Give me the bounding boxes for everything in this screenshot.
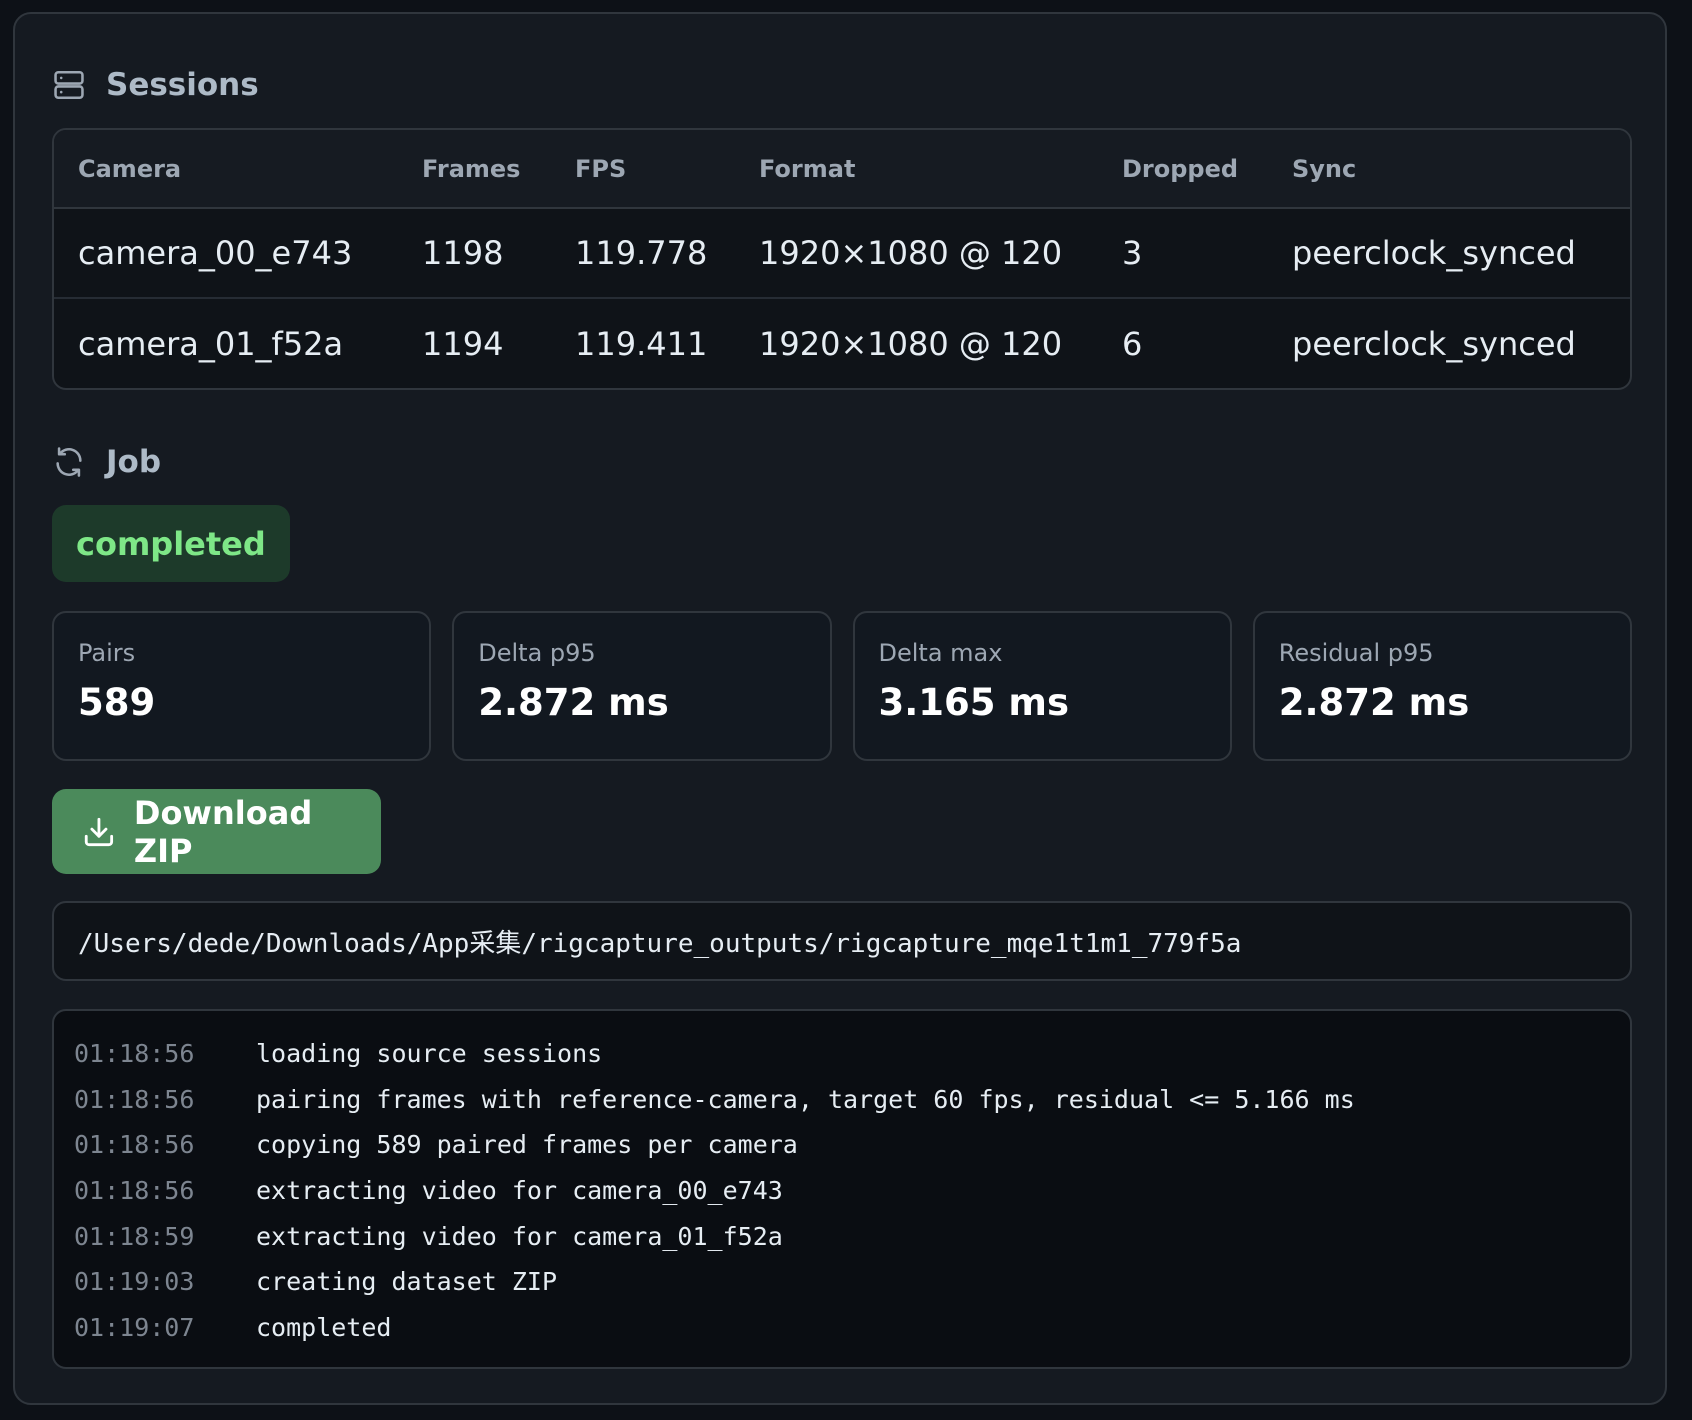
- sessions-title: Sessions: [106, 67, 259, 103]
- column-header-camera: Camera: [54, 130, 398, 209]
- download-zip-button[interactable]: Download ZIP: [52, 789, 381, 874]
- stat-card-delta-max: Delta max 3.165 ms: [852, 611, 1232, 761]
- log-timestamp: 01:18:56: [74, 1176, 195, 1206]
- stat-value: 589: [78, 681, 156, 724]
- log-message: creating dataset ZIP: [256, 1267, 558, 1297]
- cell-format: 1920×1080 @ 120: [759, 234, 1063, 272]
- stat-card-delta-p95: Delta p95 2.872 ms: [452, 611, 832, 761]
- cell-sync: peerclock_synced: [1268, 297, 1630, 388]
- stat-value: 3.165 ms: [878, 681, 1070, 724]
- stat-value: 2.872 ms: [478, 681, 669, 724]
- log-line: 01:18:56 copying 589 paired frames per c…: [74, 1122, 1630, 1168]
- table-header-row: Camera Frames FPS Format Dropped Sync: [54, 130, 1630, 209]
- log-line: 01:18:56 loading source sessions: [74, 1031, 1630, 1077]
- column-header-frames: Frames: [398, 130, 551, 209]
- server-icon: [54, 70, 84, 100]
- job-panel: Sessions Camera Frames FPS Format Droppe…: [13, 12, 1667, 1405]
- log-timestamp: 01:18:56: [74, 1130, 195, 1160]
- job-log: 01:18:56 loading source sessions 01:18:5…: [52, 1009, 1632, 1369]
- cell-frames: 1194: [398, 297, 551, 388]
- log-line: 01:19:07 completed: [74, 1305, 1630, 1351]
- log-message: completed: [256, 1312, 392, 1342]
- cell-camera: camera_01_f52a: [54, 297, 398, 388]
- log-message: extracting video for camera_01_f52a: [256, 1221, 783, 1251]
- log-message: loading source sessions: [256, 1039, 603, 1069]
- table-row: camera_01_f52a 1194 119.411 1920×1080 @ …: [54, 297, 1630, 388]
- column-header-sync: Sync: [1268, 130, 1630, 209]
- log-message: copying 589 paired frames per camera: [256, 1130, 798, 1160]
- stat-label: Residual p95: [1278, 639, 1434, 667]
- cell-dropped: 3: [1122, 234, 1143, 272]
- column-header-format: Format: [735, 130, 1098, 209]
- log-timestamp: 01:19:03: [74, 1267, 195, 1297]
- log-timestamp: 01:18:56: [74, 1039, 195, 1069]
- log-line: 01:18:56 extracting video for camera_00_…: [74, 1168, 1630, 1214]
- log-timestamp: 01:18:56: [74, 1084, 195, 1114]
- sessions-table: Camera Frames FPS Format Dropped Sync ca…: [52, 128, 1632, 390]
- log-message: extracting video for camera_00_e743: [256, 1176, 783, 1206]
- stat-value: 2.872 ms: [1278, 681, 1470, 724]
- table-row: camera_00_e743 1198 119.778 1920×1080 @ …: [54, 208, 1630, 298]
- log-message: pairing frames with reference-camera, ta…: [256, 1084, 1355, 1114]
- log-timestamp: 01:18:59: [74, 1221, 195, 1251]
- download-icon: [84, 817, 114, 846]
- cell-dropped: 6: [1098, 297, 1268, 388]
- refresh-icon: [56, 447, 82, 477]
- log-line: 01:18:56 pairing frames with reference-c…: [74, 1077, 1630, 1123]
- cell-format: 1920×1080 @ 120: [735, 297, 1098, 388]
- cell-fps: 119.778: [575, 234, 708, 272]
- column-header-dropped: Dropped: [1098, 130, 1268, 209]
- log-timestamp: 01:19:07: [74, 1312, 195, 1342]
- job-title: Job: [106, 444, 162, 480]
- cell-camera: camera_00_e743: [78, 234, 353, 272]
- stats-row: Pairs 589 Delta p95 2.872 ms Delta max 3…: [52, 611, 1632, 761]
- cell-frames: 1198: [422, 234, 504, 272]
- stat-card-pairs: Pairs 589: [52, 611, 432, 761]
- log-line: 01:18:59 extracting video for camera_01_…: [74, 1213, 1630, 1259]
- sessions-header: Sessions: [52, 65, 259, 105]
- stat-card-residual-p95: Residual p95 2.872 ms: [1252, 611, 1632, 761]
- stat-label: Pairs: [78, 639, 136, 667]
- cell-fps: 119.411: [551, 297, 735, 388]
- output-path-field[interactable]: /Users/dede/Downloads/App采集/rigcapture_o…: [52, 901, 1632, 981]
- download-zip-label: Download ZIP: [133, 793, 313, 870]
- column-header-fps: FPS: [551, 130, 735, 209]
- status-badge: completed: [52, 505, 290, 582]
- log-line: 01:19:03 creating dataset ZIP: [74, 1259, 1630, 1305]
- job-header: Job: [52, 442, 161, 482]
- stat-label: Delta p95: [478, 639, 596, 667]
- stat-label: Delta max: [878, 639, 1003, 667]
- cell-sync: peerclock_synced: [1292, 234, 1576, 272]
